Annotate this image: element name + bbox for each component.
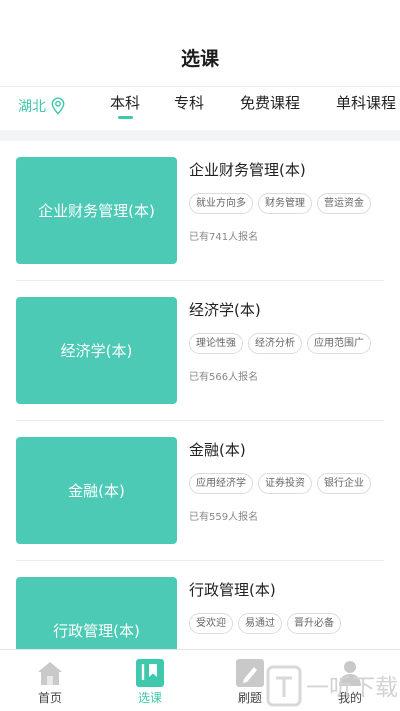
course-tags: 受欢迎 易通过 晋升必备 — [189, 613, 341, 634]
course-tag: 营运资金 — [317, 193, 371, 214]
course-tag: 应用经济学 — [189, 473, 253, 494]
region-selector[interactable]: 湖北 — [18, 96, 65, 116]
course-title[interactable]: 企业财务管理(本) — [189, 159, 306, 180]
course-tag: 易通过 — [238, 613, 282, 634]
tab-junior-college[interactable]: 专科 — [174, 92, 204, 113]
nav-label: 首页 — [37, 691, 62, 705]
course-thumbnail[interactable]: 经济学(本) — [16, 297, 177, 404]
category-tabbar: 湖北 本科 专科 免费课程 单科课程 — [0, 86, 400, 130]
nav-profile[interactable]: 我的 — [300, 650, 400, 711]
section-divider — [0, 130, 400, 141]
nav-course-select[interactable]: 选课 — [100, 650, 200, 711]
course-card[interactable]: 金融(本) 金融(本) 应用经济学 证券投资 银行企业 已有559人报名 — [0, 421, 400, 561]
course-card[interactable]: 经济学(本) 经济学(本) 理论性强 经济分析 应用范围广 已有566人报名 — [0, 281, 400, 421]
page-title: 选课 — [180, 48, 219, 70]
course-tag: 证券投资 — [258, 473, 312, 494]
enrollment-count: 已有566人报名 — [189, 372, 259, 383]
header: 选课 — [0, 0, 400, 86]
course-tags: 就业方向多 财务管理 营运资金 — [189, 193, 371, 214]
course-title[interactable]: 经济学(本) — [189, 299, 261, 320]
bookmark-icon — [136, 659, 164, 687]
course-tags: 应用经济学 证券投资 银行企业 — [189, 473, 371, 494]
region-label: 湖北 — [18, 99, 46, 115]
course-card[interactable]: 企业财务管理(本) 企业财务管理(本) 就业方向多 财务管理 营运资金 已有74… — [0, 141, 400, 281]
nav-label: 选课 — [137, 691, 162, 705]
course-card[interactable]: 行政管理(本) 行政管理(本) 受欢迎 易通过 晋升必备 — [0, 561, 400, 649]
location-pin-icon — [51, 97, 65, 115]
course-tag: 经济分析 — [248, 333, 302, 354]
tab-free-courses[interactable]: 免费课程 — [240, 92, 300, 113]
course-tag: 财务管理 — [258, 193, 312, 214]
course-tags: 理论性强 经济分析 应用范围广 — [189, 333, 371, 354]
nav-practice[interactable]: 刷题 — [200, 650, 300, 711]
course-tag: 就业方向多 — [189, 193, 253, 214]
enrollment-count: 已有559人报名 — [189, 512, 259, 523]
enrollment-count: 已有741人报名 — [189, 232, 259, 243]
pencil-icon — [236, 659, 264, 687]
course-list[interactable]: 企业财务管理(本) 企业财务管理(本) 就业方向多 财务管理 营运资金 已有74… — [0, 141, 400, 649]
nav-home[interactable]: 首页 — [0, 650, 100, 711]
active-tab-indicator — [118, 116, 133, 119]
course-thumbnail[interactable]: 企业财务管理(本) — [16, 157, 177, 264]
course-thumbnail[interactable]: 金融(本) — [16, 437, 177, 544]
nav-label: 我的 — [337, 691, 362, 705]
course-tag: 受欢迎 — [189, 613, 233, 634]
tab-undergraduate[interactable]: 本科 — [110, 92, 140, 113]
course-title[interactable]: 金融(本) — [189, 439, 246, 460]
course-tag: 理论性强 — [189, 333, 243, 354]
home-icon — [38, 662, 62, 685]
course-title[interactable]: 行政管理(本) — [189, 579, 276, 600]
user-icon — [339, 661, 361, 686]
nav-label: 刷题 — [237, 691, 262, 705]
course-tag: 银行企业 — [317, 473, 371, 494]
course-tag: 应用范围广 — [307, 333, 371, 354]
bottom-nav: 首页 选课 刷题 我的 — [0, 649, 400, 711]
tab-single-courses[interactable]: 单科课程 — [336, 92, 396, 113]
course-thumbnail[interactable]: 行政管理(本) — [16, 577, 177, 649]
course-tag: 晋升必备 — [287, 613, 341, 634]
